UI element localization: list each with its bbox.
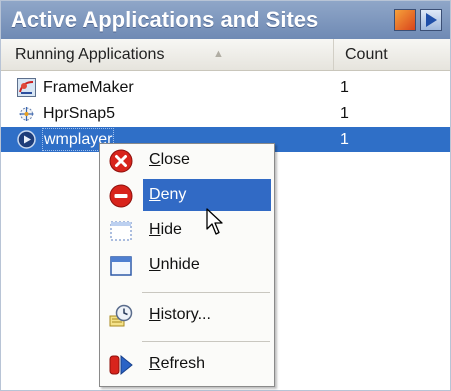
hprsnap-icon <box>19 107 34 121</box>
context-menu: Close Deny Hide Unhide History... Refres… <box>99 143 275 387</box>
sort-indicator-icon: ▲ <box>213 48 224 60</box>
play-arrow-icon <box>426 13 437 27</box>
framemaker-icon <box>17 78 36 97</box>
column-count[interactable]: Count <box>345 39 388 70</box>
history-icon <box>109 304 133 327</box>
menu-item-hide[interactable]: Hide <box>103 214 271 246</box>
menu-item-deny[interactable]: Deny <box>103 179 271 211</box>
menu-item-label: Refresh <box>149 355 206 372</box>
column-label-name: Running Applications <box>15 46 165 63</box>
menu-item-close[interactable]: Close <box>103 144 271 176</box>
column-header: Running Applications ▲ Count <box>1 39 450 71</box>
menu-item-label: Unhide <box>149 256 200 273</box>
menu-item-refresh[interactable]: Refresh <box>103 348 271 380</box>
menu-item-history[interactable]: History... <box>103 299 271 331</box>
wmplayer-icon <box>17 130 36 149</box>
column-label-count: Count <box>345 46 388 63</box>
column-running-applications[interactable]: Running Applications <box>1 39 334 70</box>
row-count: 1 <box>340 131 349 148</box>
menu-separator <box>142 341 270 342</box>
unhide-icon <box>110 256 132 276</box>
menu-item-label: Close <box>149 151 190 168</box>
hide-icon <box>110 221 132 241</box>
menu-item-label: Hide <box>149 221 182 238</box>
panel-titlebar: Active Applications and Sites <box>1 1 450 39</box>
row-count: 1 <box>340 105 349 122</box>
mouse-cursor-icon <box>206 208 223 235</box>
row-name: FrameMaker <box>43 79 134 96</box>
next-button[interactable] <box>420 9 442 31</box>
row-name: HprSnap5 <box>43 105 116 122</box>
menu-separator <box>142 292 270 293</box>
table-row[interactable]: FrameMaker 1 <box>1 75 450 100</box>
panel-title: Active Applications and Sites <box>11 7 319 32</box>
refresh-icon <box>109 354 133 376</box>
menu-item-label: History... <box>149 306 211 323</box>
row-count: 1 <box>340 79 349 96</box>
table-row[interactable]: HprSnap5 1 <box>1 101 450 126</box>
deny-icon <box>109 184 133 208</box>
menu-item-label: Deny <box>149 186 187 203</box>
menu-item-unhide[interactable]: Unhide <box>103 249 271 281</box>
options-button[interactable] <box>394 9 416 31</box>
close-icon <box>109 149 133 173</box>
